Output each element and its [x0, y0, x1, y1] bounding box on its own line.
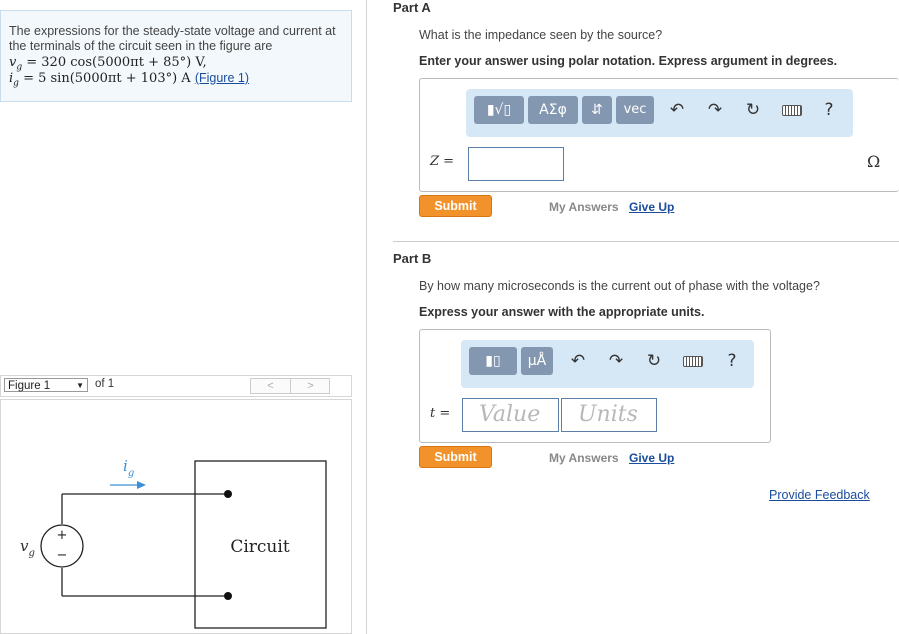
reset-icon[interactable]: ↻ — [641, 347, 667, 375]
figure-select[interactable]: Figure 1 ▼ — [4, 378, 88, 392]
units-placeholder: Units — [578, 402, 638, 427]
figure-nav-buttons: < > — [250, 378, 330, 394]
part-a-instruction: Enter your answer using polar notation. … — [419, 54, 838, 68]
minus-sign: − — [57, 548, 68, 563]
dropdown-arrow-icon: ▼ — [76, 381, 84, 390]
part-a-give-up[interactable]: Give Up — [629, 200, 674, 214]
current-arrow-icon — [137, 481, 146, 489]
impedance-label: Z = — [430, 154, 455, 169]
greek-symbols-button[interactable]: ΑΣφ — [528, 96, 578, 124]
part-b-title: Part B — [393, 251, 432, 266]
keyboard-icon[interactable] — [782, 105, 802, 116]
template-button[interactable]: ▮√▯ — [474, 96, 524, 124]
part-b-instruction: Express your answer with the appropriate… — [419, 305, 705, 319]
source-label: vg — [20, 537, 35, 559]
impedance-input[interactable] — [468, 147, 564, 181]
part-divider — [393, 241, 899, 242]
time-label: t = — [430, 406, 451, 421]
part-a-title: Part A — [393, 0, 431, 15]
part-b-submit-button[interactable]: Submit — [419, 446, 492, 468]
units-button[interactable]: μÅ — [521, 347, 553, 375]
circuit-label: Circuit — [230, 537, 289, 557]
bottom-terminal — [224, 592, 232, 600]
prev-figure-button[interactable]: < — [251, 379, 291, 393]
figure-count: of 1 — [95, 378, 115, 390]
help-icon[interactable]: ? — [816, 96, 842, 124]
keyboard-icon[interactable] — [683, 356, 703, 367]
undo-icon[interactable]: ↶ — [664, 96, 690, 124]
problem-intro: The expressions for the steady-state vol… — [9, 24, 336, 53]
part-a-question: What is the impedance seen by the source… — [419, 28, 663, 42]
voltage-expression: vg = 320 cos(5000πt + 85°) V, — [9, 55, 207, 73]
value-input[interactable]: Value — [462, 398, 559, 432]
value-placeholder: Value — [479, 402, 541, 427]
help-icon[interactable]: ? — [719, 347, 745, 375]
redo-icon[interactable]: ↷ — [603, 347, 629, 375]
current-label: ig — [123, 457, 134, 479]
next-figure-button[interactable]: > — [291, 379, 330, 393]
figure-link[interactable]: (Figure 1) — [195, 71, 249, 85]
part-b-my-answers[interactable]: My Answers — [549, 451, 619, 465]
part-b-toolbar: ▮▯ μÅ ↶ ↷ ↻ ? — [461, 340, 754, 388]
part-a-my-answers[interactable]: My Answers — [549, 200, 619, 214]
reset-icon[interactable]: ↻ — [740, 96, 766, 124]
panel-divider — [366, 0, 367, 634]
circuit-diagram: + − Circuit ig vg — [20, 457, 327, 629]
sort-button[interactable]: ⇵ — [582, 96, 612, 124]
ohm-unit: Ω — [867, 152, 881, 171]
part-b-give-up[interactable]: Give Up — [629, 451, 674, 465]
template-button[interactable]: ▮▯ — [469, 347, 517, 375]
units-input[interactable]: Units — [561, 398, 657, 432]
vector-button[interactable]: vec — [616, 96, 654, 124]
redo-icon[interactable]: ↷ — [702, 96, 728, 124]
top-terminal — [224, 490, 232, 498]
part-a-submit-button[interactable]: Submit — [419, 195, 492, 217]
part-a-toolbar: ▮√▯ ΑΣφ ⇵ vec ↶ ↷ ↻ ? — [466, 89, 853, 137]
part-b-question: By how many microseconds is the current … — [419, 279, 820, 293]
provide-feedback-link[interactable]: Provide Feedback — [769, 488, 870, 502]
current-expression: ig = 5 sin(5000πt + 103°) A (Figure 1) — [9, 71, 250, 89]
undo-icon[interactable]: ↶ — [565, 347, 591, 375]
plus-sign: + — [57, 528, 68, 543]
